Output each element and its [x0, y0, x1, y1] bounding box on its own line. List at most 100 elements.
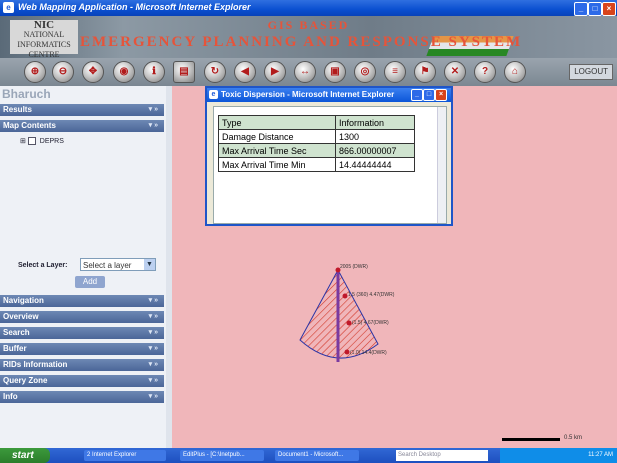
layer-select-value: Select a layer [83, 261, 132, 270]
section-label: Info [3, 392, 18, 401]
forward-icon[interactable]: ▶ [264, 61, 286, 83]
pan-icon[interactable]: ✥ [82, 61, 104, 83]
dispersion-info-table: Type Information Damage Distance 1300 Ma… [218, 115, 415, 172]
collapse-icon[interactable]: ▾ » [149, 391, 158, 403]
clock: 11:27 AM [588, 452, 613, 458]
section-label: Buffer [3, 344, 27, 353]
table-cell: 14.44444444 [335, 157, 415, 172]
section-rids-information[interactable]: RIDs Information ▾ » [0, 359, 164, 371]
layer-tree: ⊞ DEPRS [20, 137, 64, 146]
print-icon[interactable]: ▤ [173, 61, 195, 83]
zoom-in-icon[interactable]: ⊕ [24, 61, 46, 83]
plume-point[interactable] [346, 320, 352, 326]
collapse-icon[interactable]: ▾ » [149, 120, 158, 132]
table-cell: 866.00000007 [335, 143, 415, 158]
left-panel: Bharuch Results ▾ » Map Contents ▾ » ⊞ DEP… [0, 86, 167, 448]
section-query-zone[interactable]: Query Zone ▾ » [0, 375, 164, 387]
banner-title-line2: EMERGENCY PLANNING AND RESPONSE SYSTEM [80, 34, 523, 50]
collapse-icon[interactable]: ▾ » [149, 359, 158, 371]
map-label: 2005 (DWR) [340, 264, 368, 270]
section-label: Query Zone [3, 376, 48, 385]
taskbar-item[interactable]: 2 Internet Explorer [84, 450, 166, 461]
map-label: (1.5) 4.67(DWR) [352, 320, 389, 326]
back-icon[interactable]: ◀ [234, 61, 256, 83]
section-label: RIDs Information [3, 360, 68, 369]
map-toolbar: ⊕ ⊖ ✥ ◉ ℹ ▤ ↻ ◀ ▶ ↔ ▣ ◎ ≡ ⚑ ✕ ? ⌂ LOGOUT [0, 58, 617, 86]
zoom-out-icon[interactable]: ⊖ [52, 61, 74, 83]
section-search[interactable]: Search ▾ » [0, 327, 164, 339]
window-title-bar: e Web Mapping Application - Microsoft In… [0, 0, 617, 16]
expand-icon[interactable]: ⊞ [20, 138, 26, 145]
popup-title: Toxic Dispersion - Microsoft Internet Ex… [221, 90, 395, 99]
table-row: Max Arrival Time Min 14.44444444 [218, 157, 415, 172]
section-label: Results [3, 105, 32, 114]
section-label: Navigation [3, 296, 44, 305]
section-label: Search [3, 328, 30, 337]
help-icon[interactable]: ? [474, 61, 496, 83]
collapse-icon[interactable]: ▾ » [149, 375, 158, 387]
add-layer-button[interactable]: Add [75, 276, 105, 288]
scale-bar [502, 438, 560, 441]
section-buffer[interactable]: Buffer ▾ » [0, 343, 164, 355]
banner-title-line1: GIS BASED [267, 18, 350, 32]
taskbar-item[interactable]: Document1 - Microsoft... [275, 450, 359, 461]
desktop-search-input[interactable]: Search Desktop [396, 450, 488, 461]
ie-icon: e [209, 90, 218, 99]
table-header-row: Type Information [218, 115, 415, 130]
taskbar-item[interactable]: EditPlus - [C:\Inetpub... [180, 450, 264, 461]
section-overview[interactable]: Overview ▾ » [0, 311, 164, 323]
layer-select[interactable]: Select a layer ▼ [80, 258, 156, 271]
section-navigation[interactable]: Navigation ▾ » [0, 295, 164, 307]
maximize-button[interactable]: □ [588, 2, 602, 16]
header-cell: Information [335, 115, 415, 130]
app-banner: NIC NATIONAL INFORMATICS CENTRE GIS BASE… [0, 16, 617, 58]
chevron-down-icon[interactable]: ▼ [144, 259, 155, 270]
collapse-icon[interactable]: ▾ » [149, 343, 158, 355]
system-tray: 11:27 AM [500, 448, 617, 463]
collapse-icon[interactable]: ▾ » [149, 104, 158, 116]
section-results[interactable]: Results ▾ » [0, 104, 164, 116]
table-cell: Damage Distance [218, 129, 336, 144]
start-button[interactable]: start [0, 448, 50, 463]
popup-maximize-button[interactable]: □ [423, 89, 435, 101]
section-label: Map Contents [3, 121, 56, 130]
map-label: 1.5 (360) 4.47(DWR) [348, 292, 395, 298]
buffer-icon[interactable]: ◎ [354, 61, 376, 83]
popup-title-bar[interactable]: e Toxic Dispersion - Microsoft Internet … [207, 88, 451, 102]
taskbar: start 2 Internet Explorer EditPlus - [C:… [0, 448, 617, 463]
header-cell: Type [218, 115, 336, 130]
popup-body: Type Information Damage Distance 1300 Ma… [213, 106, 447, 224]
minimize-button[interactable]: _ [574, 2, 588, 16]
full-extent-icon[interactable]: ◉ [113, 61, 135, 83]
section-label: Overview [3, 312, 39, 321]
ie-icon: e [3, 2, 14, 13]
table-cell: Max Arrival Time Sec [218, 143, 336, 158]
refresh-icon[interactable]: ↻ [204, 61, 226, 83]
logout-button[interactable]: LOGOUT [569, 64, 613, 80]
measure-icon[interactable]: ↔ [294, 61, 316, 83]
plume-point[interactable] [344, 349, 350, 355]
layer-name: DEPRS [39, 138, 64, 145]
collapse-icon[interactable]: ▾ » [149, 311, 158, 323]
clear-icon[interactable]: ✕ [444, 61, 466, 83]
collapse-icon[interactable]: ▾ » [149, 295, 158, 307]
toxic-dispersion-popup[interactable]: e Toxic Dispersion - Microsoft Internet … [205, 86, 453, 226]
scale-label: 0.5 km [564, 435, 583, 441]
popup-close-button[interactable]: × [435, 89, 447, 101]
map-label: (1.0) 14.4(DWR) [350, 350, 387, 356]
popup-scrollbar[interactable] [437, 107, 446, 223]
popup-minimize-button[interactable]: _ [411, 89, 423, 101]
identify-icon[interactable]: ℹ [143, 61, 165, 83]
section-map-contents[interactable]: Map Contents ▾ » [0, 120, 164, 132]
select-icon[interactable]: ▣ [324, 61, 346, 83]
section-info[interactable]: Info ▾ » [0, 391, 164, 403]
close-button[interactable]: × [602, 2, 616, 16]
layers-icon[interactable]: ≡ [384, 61, 406, 83]
collapse-icon[interactable]: ▾ » [149, 327, 158, 339]
home-icon[interactable]: ⌂ [504, 61, 526, 83]
window-title: Web Mapping Application - Microsoft Inte… [18, 2, 251, 12]
layer-checkbox[interactable] [27, 137, 36, 146]
plume-point[interactable] [342, 293, 348, 299]
table-row: Damage Distance 1300 [218, 129, 415, 144]
alert-icon[interactable]: ⚑ [414, 61, 436, 83]
